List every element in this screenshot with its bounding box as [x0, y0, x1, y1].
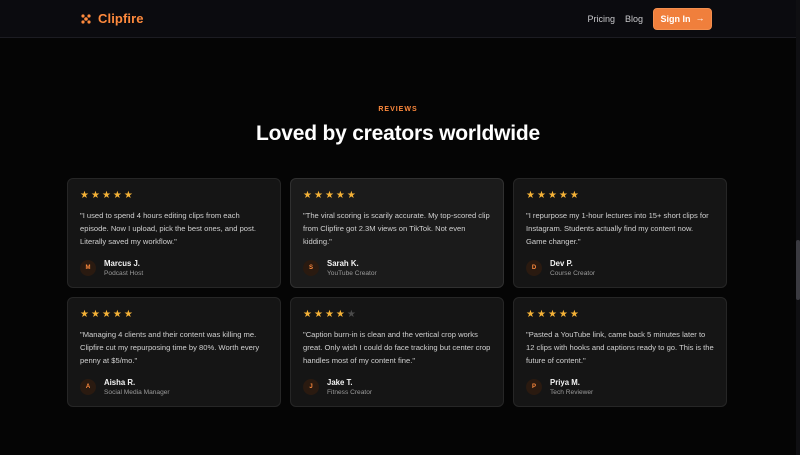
scrollbar-thumb[interactable] — [796, 240, 800, 300]
star-filled-icon: ★ — [80, 190, 89, 201]
star-rating: ★ ★ ★ ★ ★ — [80, 191, 268, 201]
review-quote: "I used to spend 4 hours editing clips f… — [80, 211, 257, 246]
star-rating: ★ ★ ★ ★ ★ — [303, 191, 491, 201]
star-filled-icon: ★ — [313, 309, 323, 320]
nav-pricing-link[interactable]: Pricing — [587, 14, 615, 24]
author-name: Dev P. — [550, 259, 573, 268]
review-card: ★ ★ ★ ★ ★ "The viral scoring is scarily accur… — [290, 178, 504, 288]
review-author: A Aisha R. Social Media Manager — [80, 378, 170, 396]
star-filled-icon: ★ — [303, 309, 312, 320]
avatar: D — [526, 260, 542, 276]
star-filled-icon: ★ — [536, 190, 546, 201]
author-details: Jake T. Fitness Creator — [327, 378, 372, 396]
author-name: Jake T. — [327, 378, 353, 387]
review-author: J Jake T. Fitness Creator — [303, 378, 372, 396]
arrow-right-icon: → — [695, 13, 705, 23]
page-scrollbar[interactable] — [796, 0, 800, 455]
reviews-grid: ★ ★ ★ ★ ★ "I used to spend 4 hours editing cl… — [67, 178, 727, 407]
author-name: Marcus J. — [104, 259, 140, 268]
star-empty-icon: ★ — [346, 309, 356, 320]
star-filled-icon: ★ — [90, 309, 100, 320]
author-role: Tech Reviewer — [550, 389, 594, 396]
review-quote: "I repurpose my 1-hour lectures into 15+… — [526, 211, 709, 246]
author-role: Fitness Creator — [327, 389, 373, 396]
sign-in-label: Sign In — [660, 13, 691, 24]
review-quote: "The viral scoring is scarily accurate. … — [303, 211, 490, 246]
star-filled-icon: ★ — [547, 190, 557, 201]
star-filled-icon: ★ — [112, 190, 122, 201]
author-details: Marcus J. Podcast Host — [104, 259, 143, 277]
star-filled-icon: ★ — [112, 309, 122, 320]
avatar: A — [80, 379, 96, 395]
review-author: D Dev P. Course Creator — [526, 259, 595, 277]
star-filled-icon: ★ — [324, 309, 334, 320]
star-filled-icon: ★ — [313, 190, 323, 201]
review-quote: "Managing 4 clients and their content wa… — [80, 330, 260, 365]
main-nav: Pricing Blog Sign In → — [587, 7, 712, 30]
star-filled-icon: ★ — [123, 309, 133, 320]
author-name: Priya M. — [550, 378, 580, 387]
star-filled-icon: ★ — [558, 309, 568, 320]
avatar: S — [303, 260, 319, 276]
star-filled-icon: ★ — [526, 309, 535, 320]
review-card: ★ ★ ★ ★ ★ "I used to spend 4 hours editing cl… — [67, 178, 281, 288]
review-author: P Priya M. Tech Reviewer — [526, 378, 593, 396]
star-filled-icon: ★ — [123, 190, 133, 201]
star-filled-icon: ★ — [569, 309, 579, 320]
star-filled-icon: ★ — [526, 190, 535, 201]
star-filled-icon: ★ — [101, 190, 111, 201]
star-filled-icon: ★ — [80, 309, 89, 320]
review-card: ★ ★ ★ ★ ★ "Caption burn-in is clean and the v… — [290, 297, 504, 407]
flame-logo-icon — [81, 13, 91, 24]
author-role: YouTube Creator — [327, 270, 377, 277]
review-card: ★ ★ ★ ★ ★ "Pasted a YouTube link, came back 5… — [513, 297, 727, 407]
avatar: M — [80, 260, 96, 276]
star-filled-icon: ★ — [547, 309, 557, 320]
star-rating: ★ ★ ★ ★ ★ — [526, 310, 714, 320]
review-author: S Sarah K. YouTube Creator — [303, 259, 377, 277]
star-filled-icon: ★ — [90, 190, 100, 201]
author-name: Sarah K. — [327, 259, 359, 268]
star-filled-icon: ★ — [558, 190, 568, 201]
author-role: Social Media Manager — [104, 389, 170, 396]
star-filled-icon: ★ — [335, 190, 345, 201]
avatar: P — [526, 379, 542, 395]
star-filled-icon: ★ — [346, 190, 356, 201]
review-quote: "Pasted a YouTube link, came back 5 minu… — [526, 330, 714, 365]
star-filled-icon: ★ — [101, 309, 111, 320]
review-card: ★ ★ ★ ★ ★ "I repurpose my 1-hour lectures int… — [513, 178, 727, 288]
review-author: M Marcus J. Podcast Host — [80, 259, 143, 277]
star-filled-icon: ★ — [536, 309, 546, 320]
author-name: Aisha R. — [104, 378, 136, 387]
sign-in-button[interactable]: Sign In → — [653, 7, 712, 30]
author-details: Priya M. Tech Reviewer — [550, 378, 593, 396]
section-eyebrow: REVIEWS — [378, 106, 418, 113]
star-filled-icon: ★ — [335, 309, 345, 320]
star-rating: ★ ★ ★ ★ ★ — [80, 310, 268, 320]
avatar: J — [303, 379, 319, 395]
author-role: Course Creator — [550, 270, 596, 277]
section-title: Loved by creators worldwide — [255, 122, 540, 145]
star-filled-icon: ★ — [303, 190, 312, 201]
star-rating: ★ ★ ★ ★ ★ — [526, 191, 714, 201]
brand-name: Clipfire — [98, 11, 144, 26]
page: Clipfire Pricing Blog Sign In → REVIEWS … — [0, 0, 800, 455]
brand-logo[interactable]: Clipfire — [80, 11, 144, 26]
author-details: Aisha R. Social Media Manager — [104, 378, 170, 396]
author-details: Sarah K. YouTube Creator — [327, 259, 377, 277]
nav-blog-link[interactable]: Blog — [625, 14, 643, 24]
review-quote: "Caption burn-in is clean and the vertic… — [303, 330, 491, 365]
star-filled-icon: ★ — [569, 190, 579, 201]
author-details: Dev P. Course Creator — [550, 259, 595, 277]
star-rating: ★ ★ ★ ★ ★ — [303, 310, 491, 320]
star-filled-icon: ★ — [324, 190, 334, 201]
review-card: ★ ★ ★ ★ ★ "Managing 4 clients and their conte… — [67, 297, 281, 407]
top-navbar: Clipfire Pricing Blog Sign In → — [0, 0, 796, 38]
author-role: Podcast Host — [104, 270, 144, 277]
